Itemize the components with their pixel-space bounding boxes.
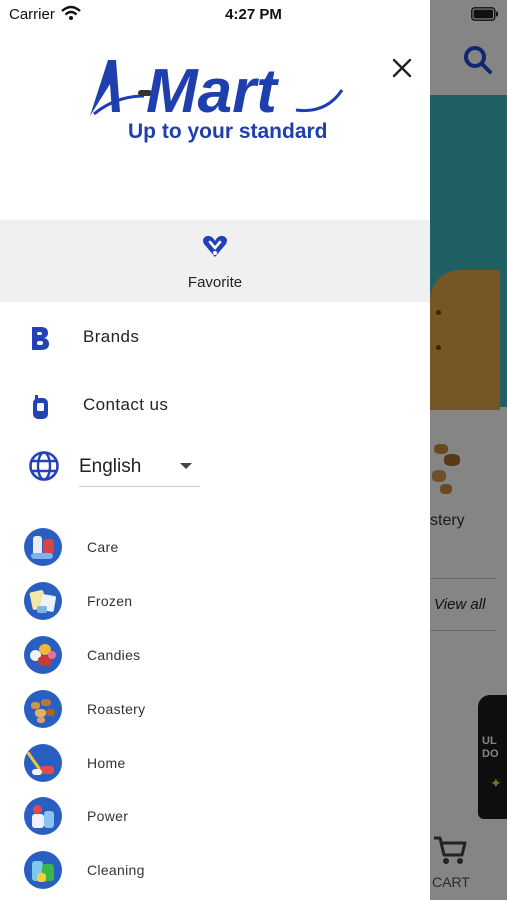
side-drawer: Mart Up to your standard Favorite Brands… [0, 0, 430, 900]
clock: 4:27 PM [225, 6, 282, 23]
category-label: Frozen [87, 593, 133, 609]
favorite-label: Favorite [187, 274, 243, 291]
chevron-down-icon [180, 463, 192, 469]
category-item-frozen[interactable]: Frozen [0, 576, 430, 626]
category-label: Cleaning [87, 862, 145, 878]
logo-slogan: Up to your standard [128, 120, 328, 143]
category-label: Power [87, 808, 129, 824]
logo-wordmark: Mart [146, 57, 279, 126]
menu-item-label: Brands [83, 327, 140, 346]
language-selected-value: English [79, 456, 142, 477]
power-icon [24, 797, 62, 835]
category-label: Home [87, 755, 126, 771]
battery-icon [471, 7, 498, 21]
brands-b-icon [32, 327, 49, 350]
category-item-cleaning[interactable]: Cleaning [0, 845, 430, 895]
candies-icon [24, 636, 62, 674]
category-item-home[interactable]: Home [0, 738, 430, 788]
category-label: Care [87, 539, 119, 555]
home-icon [24, 744, 62, 782]
roastery-icon [24, 690, 62, 728]
category-label: Candies [87, 647, 141, 663]
status-bar: Carrier 4:27 PM [0, 0, 507, 30]
category-item-candies[interactable]: Candies [0, 630, 430, 680]
language-dropdown[interactable]: English [79, 444, 200, 487]
amart-logo: Mart Up to your standard [90, 57, 344, 143]
menu-item-label: Contact us [83, 395, 169, 414]
close-icon[interactable] [388, 54, 416, 82]
globe-icon [29, 451, 59, 481]
cleaning-icon [24, 851, 62, 889]
category-item-power[interactable]: Power [0, 791, 430, 841]
category-item-roastery[interactable]: Roastery [0, 684, 430, 734]
language-row: English [0, 444, 430, 492]
care-icon [24, 528, 62, 566]
category-label: Roastery [87, 701, 146, 717]
phone-icon [33, 395, 48, 419]
favorite-heart-icon [203, 235, 227, 257]
category-item-care[interactable]: Care [0, 522, 430, 572]
menu-item-contact-us[interactable]: Contact us [0, 380, 430, 430]
menu-item-brands[interactable]: Brands [0, 312, 430, 362]
frozen-icon [24, 582, 62, 620]
favorite-button[interactable]: Favorite [0, 220, 430, 302]
